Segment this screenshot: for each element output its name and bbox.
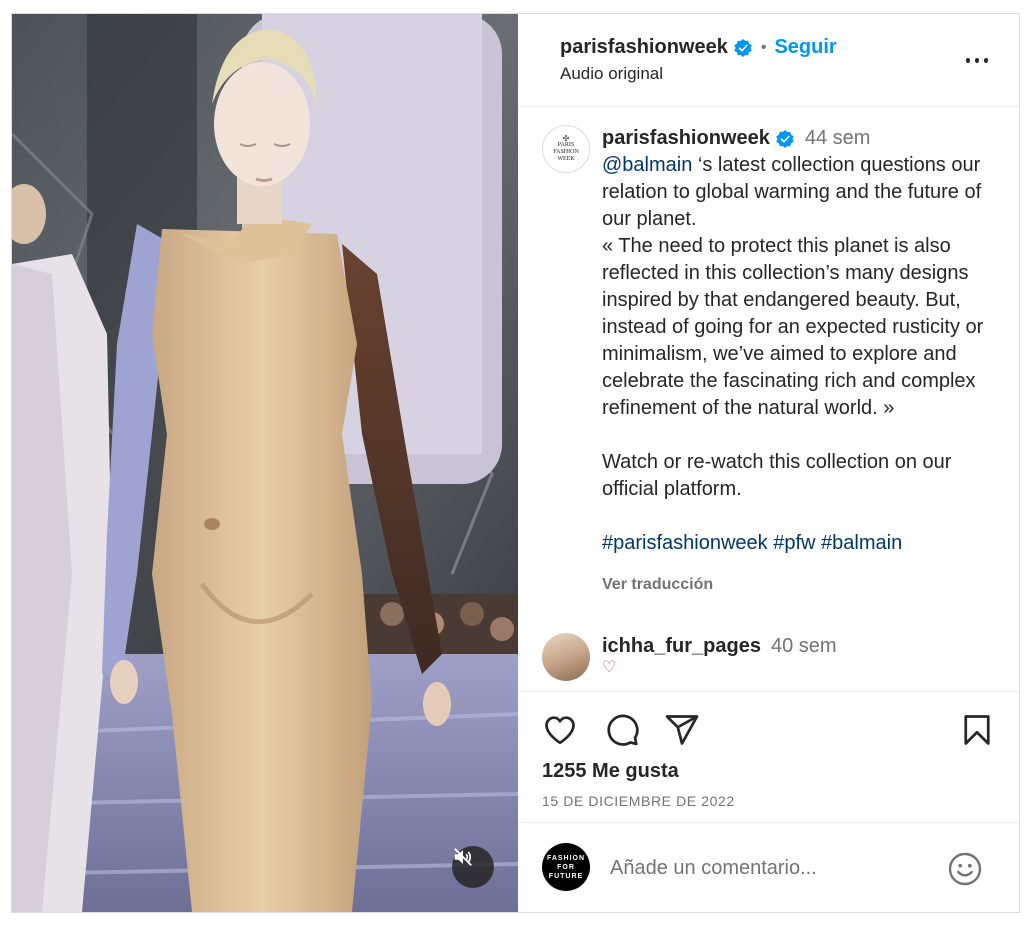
speech-bubble-icon[interactable]: [604, 712, 640, 748]
post-dialog: parisfashionweek • Seguir Audio original…: [11, 13, 1020, 913]
post-date[interactable]: 15 DE DICIEMBRE DE 2022: [542, 793, 735, 809]
heart-emoji-icon: ♡: [602, 659, 617, 676]
hashtag-link[interactable]: #pfw: [773, 532, 815, 554]
mute-toggle-button[interactable]: [452, 846, 494, 888]
like-count[interactable]: 1255 Me gusta: [542, 760, 679, 783]
separator-dot: •: [760, 38, 767, 56]
runway-video-frame: [12, 14, 518, 912]
caption-quote: « The need to protect this planet is als…: [602, 235, 984, 419]
follow-button[interactable]: Seguir: [774, 36, 836, 59]
caption-watch: Watch or re-watch this collection on our…: [602, 451, 952, 500]
commenter-username[interactable]: ichha_fur_pages: [602, 633, 761, 660]
hashtag-link[interactable]: #balmain: [821, 532, 902, 554]
mention-link[interactable]: @balmain: [602, 154, 692, 176]
caption-timestamp[interactable]: 44 sem: [805, 125, 871, 152]
caption-text: @balmain ‘s latest collection questions …: [602, 152, 992, 557]
caption-author-link[interactable]: parisfashionweek: [602, 125, 770, 152]
author-avatar[interactable]: ✣ PARIS FASHION WEEK: [542, 125, 590, 173]
commenter-avatar[interactable]: [542, 633, 590, 681]
hashtag-list: #parisfashionweek #pfw #balmain: [602, 530, 992, 557]
post-actions: 1255 Me gusta 15 DE DICIEMBRE DE 2022: [518, 692, 1019, 822]
hashtag-link[interactable]: #parisfashionweek: [602, 532, 768, 554]
comment-input[interactable]: [608, 851, 912, 885]
comments-section[interactable]: ✣ PARIS FASHION WEEK parisfashionweek 44…: [518, 107, 1019, 692]
verified-badge-icon: [733, 38, 753, 58]
verified-badge-icon: [775, 129, 795, 149]
bookmark-icon[interactable]: [959, 712, 995, 748]
see-translation-button[interactable]: Ver traducción: [602, 571, 992, 598]
paper-plane-icon[interactable]: [664, 712, 700, 748]
comment-composer: FASHION FOR FUTURE: [518, 822, 1019, 912]
post-video[interactable]: [12, 14, 518, 912]
comment-timestamp[interactable]: 40 sem: [771, 633, 837, 660]
speaker-muted-icon: [454, 848, 472, 866]
caption-comment: ✣ PARIS FASHION WEEK parisfashionweek 44…: [542, 125, 1003, 598]
current-user-avatar[interactable]: FASHION FOR FUTURE: [542, 843, 590, 891]
heart-icon[interactable]: [542, 712, 578, 748]
smiley-icon[interactable]: [947, 851, 983, 887]
post-author-link[interactable]: parisfashionweek: [560, 36, 728, 59]
post-sidebar: parisfashionweek • Seguir Audio original…: [518, 14, 1019, 912]
more-options-icon[interactable]: [963, 48, 991, 72]
audio-link[interactable]: Audio original: [560, 64, 663, 84]
comment-item: ichha_fur_pages 40 sem ♡: [542, 633, 992, 681]
post-header: parisfashionweek • Seguir Audio original: [518, 14, 1019, 107]
